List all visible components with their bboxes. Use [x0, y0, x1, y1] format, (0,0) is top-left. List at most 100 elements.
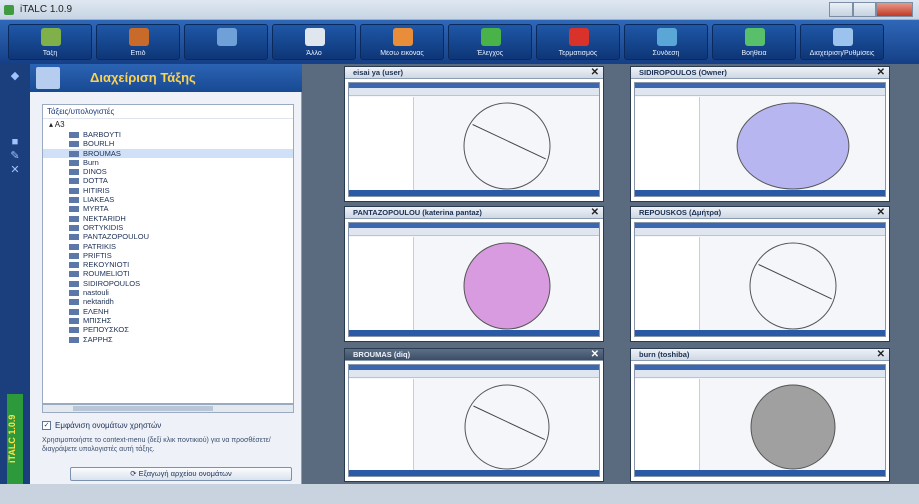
client-tile[interactable]: SIDIROPOULOS (Owner) ✕	[630, 66, 890, 202]
computer-icon	[69, 224, 79, 231]
tree-scrollbar[interactable]	[42, 404, 294, 413]
computer-item[interactable]: nastouli	[43, 288, 293, 297]
toolbar-button-label: Μέσω εικόνας	[380, 50, 424, 57]
toolbar-button-3[interactable]: Άλλο	[272, 24, 356, 60]
scrollbar-thumb[interactable]	[73, 406, 213, 411]
toolbar-button-label: Διαχείριση/Ρυθμίσεις	[809, 50, 875, 57]
computer-item[interactable]: PANTAZOPOULOU	[43, 232, 293, 241]
client-tile[interactable]: PANTAZOPOULOU (katerina pantaz) ✕	[344, 206, 604, 342]
computer-item[interactable]: MYRTA	[43, 204, 293, 213]
client-tile[interactable]: BROUMAS (diq) ✕	[344, 348, 604, 482]
geometry-drawing	[463, 102, 551, 190]
computer-item-label: nektaridh	[83, 297, 114, 307]
computer-item-label: ΡΕΠΟΥΣΚΟΣ	[83, 325, 129, 335]
show-usernames-checkbox[interactable]: ✓	[42, 421, 51, 430]
client-tile-header: eisai ya (user) ✕	[345, 67, 603, 79]
close-icon[interactable]: ✕	[591, 207, 599, 218]
title-bar: iTALC 1.0.9	[0, 0, 919, 20]
power-off-icon	[569, 28, 589, 46]
computer-item[interactable]: ORTYKIDIS	[43, 223, 293, 232]
computer-item[interactable]: ΣΑΡΡΗΣ	[43, 335, 293, 344]
computer-icon	[69, 159, 79, 166]
computer-item[interactable]: ΜΠΙΣΗΣ	[43, 316, 293, 325]
computer-icon	[69, 141, 79, 148]
client-name: SIDIROPOULOS (Owner)	[639, 68, 727, 77]
computer-item[interactable]: ROUMELIOTI	[43, 269, 293, 278]
close-panel-icon[interactable]: ✕	[9, 164, 21, 176]
toolbar-button-8[interactable]: Βοήθεια	[712, 24, 796, 60]
computer-icon	[69, 169, 79, 176]
computer-icon	[69, 206, 79, 213]
tree-root[interactable]: ▴ A3	[43, 119, 293, 130]
computer-icon	[69, 252, 79, 259]
client-tile[interactable]: burn (toshiba) ✕	[630, 348, 890, 482]
computer-icon	[69, 290, 79, 297]
toolbar-button-7[interactable]: Σύνδεση	[624, 24, 708, 60]
computer-item-label: Burn	[83, 157, 99, 167]
computer-item[interactable]: PATRIKIS	[43, 242, 293, 251]
classroom-icon[interactable]: ◆	[9, 70, 21, 82]
remote-screen-thumbnail	[348, 222, 600, 337]
lock-icon	[305, 28, 325, 46]
window-controls	[829, 2, 914, 17]
computer-item[interactable]: BARBOYTI	[43, 130, 293, 139]
drawn-circle	[464, 384, 550, 470]
maximize-button[interactable]	[852, 2, 877, 17]
close-icon[interactable]: ✕	[877, 207, 885, 218]
computer-item-label: PRIFTIS	[83, 250, 112, 260]
client-tile[interactable]: REPOUSKOS (Δμήτρα) ✕	[630, 206, 890, 342]
show-usernames-row[interactable]: ✓ Εμφάνιση ονομάτων χρηστών	[42, 421, 161, 430]
snapshot-icon[interactable]: ■	[9, 136, 21, 148]
panel-title: Διαχείριση Τάξης	[90, 70, 196, 85]
drawn-circle	[749, 242, 837, 330]
computer-item-label: ΣΑΡΡΗΣ	[83, 334, 113, 344]
client-name: burn (toshiba)	[639, 350, 690, 359]
close-icon[interactable]: ✕	[877, 67, 885, 78]
tree-root-label: A3	[54, 120, 65, 129]
computer-item[interactable]: LIAKEAS	[43, 195, 293, 204]
thumbnail-menu	[349, 228, 599, 236]
toolbar-button-2[interactable]	[184, 24, 268, 60]
computer-tree[interactable]: Τάξεις/υπολογιστές ▴ A3 BARBOYTI BOURLH BR…	[42, 104, 294, 404]
computer-item[interactable]: REKOYNIOTI	[43, 260, 293, 269]
close-icon[interactable]: ✕	[877, 349, 885, 360]
export-names-button[interactable]: ⟳ Εξαγωγή αρχείου ονομάτων	[70, 467, 292, 481]
toolbar-button-9[interactable]: Διαχείριση/Ρυθμίσεις	[800, 24, 884, 60]
toolbar-button-0[interactable]: Τάξη	[8, 24, 92, 60]
computer-icon	[69, 308, 79, 315]
tools-icon[interactable]: ✎	[9, 150, 21, 162]
minimize-button[interactable]	[829, 2, 853, 17]
close-icon[interactable]: ✕	[591, 349, 599, 360]
computer-item[interactable]: Burn	[43, 158, 293, 167]
drawn-chord	[472, 124, 546, 160]
computer-icon	[69, 327, 79, 334]
client-tile-header: PANTAZOPOULOU (katerina pantaz) ✕	[345, 207, 603, 219]
toolbar-button-6[interactable]: Τερματισμός	[536, 24, 620, 60]
close-button[interactable]	[876, 2, 914, 17]
computer-item[interactable]: PRIFTIS	[43, 251, 293, 260]
computer-item[interactable]: nektaridh	[43, 297, 293, 306]
settings-icon	[833, 28, 853, 46]
remote-screen-thumbnail	[348, 82, 600, 197]
toolbar-button-5[interactable]: Έλεγχος	[448, 24, 532, 60]
remote-screen-thumbnail	[634, 222, 886, 337]
close-icon[interactable]: ✕	[591, 67, 599, 78]
demo-icon	[129, 28, 149, 46]
computer-item[interactable]: BOURLH	[43, 139, 293, 148]
computer-item-label: HITIRIS	[83, 185, 110, 195]
thumbnail-menu	[635, 228, 885, 236]
computer-item[interactable]: NEKTARIDH	[43, 214, 293, 223]
client-grid: eisai ya (user) ✕ SIDIROPOULOS (Owner) ✕ PAN…	[302, 64, 919, 484]
toolbar-button-4[interactable]: Μέσω εικόνας	[360, 24, 444, 60]
toolbar-button-1[interactable]: Επιδ	[96, 24, 180, 60]
computer-item[interactable]: HITIRIS	[43, 186, 293, 195]
client-tile[interactable]: eisai ya (user) ✕	[344, 66, 604, 202]
thumbnail-menu	[349, 88, 599, 96]
computer-item[interactable]: DOTTA	[43, 176, 293, 185]
computer-item[interactable]: DINOS	[43, 167, 293, 176]
computer-item[interactable]: BROUMAS	[43, 148, 293, 158]
computer-item[interactable]: ΕΛΕΝΗ	[43, 307, 293, 316]
computer-item[interactable]: SIDIROPOULOS	[43, 279, 293, 288]
computer-item[interactable]: ΡΕΠΟΥΣΚΟΣ	[43, 325, 293, 334]
toolbar-button-label: Τάξη	[42, 50, 58, 57]
